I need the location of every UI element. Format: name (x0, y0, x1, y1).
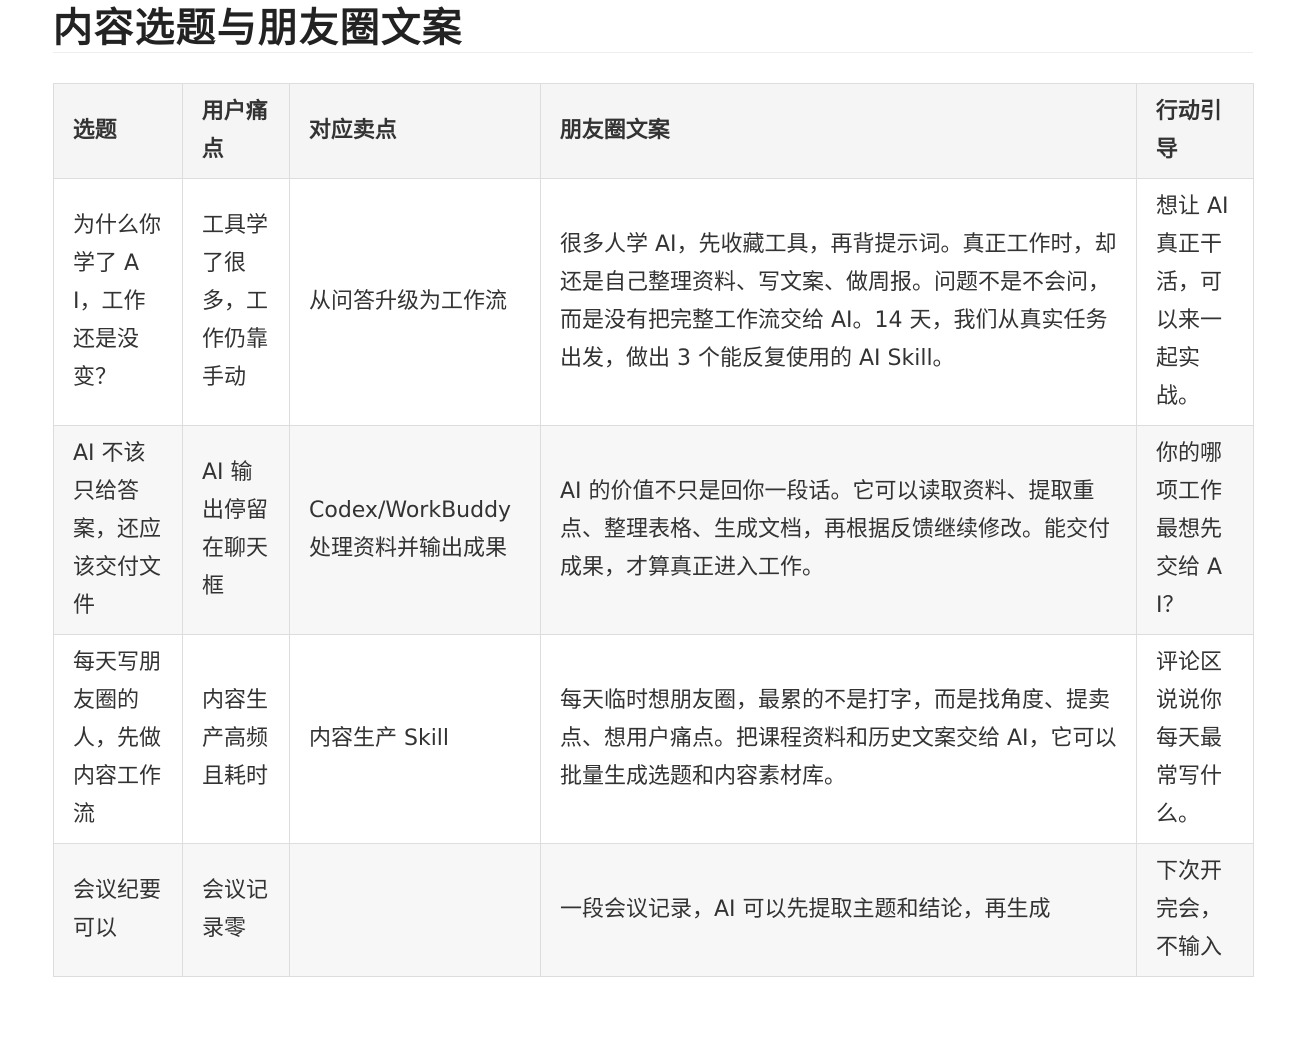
cell-topic: AI 不该只给答案，还应该交付文件 (53, 425, 183, 635)
cell-call-to-action: 想让 AI 真正干活，可以来一起实战。 (1136, 178, 1254, 426)
cell-selling-point (289, 843, 541, 977)
content-topics-table: 选题 用户痛点 对应卖点 朋友圈文案 行动引导 为什么你学了 AI，工作还是没变… (53, 83, 1254, 977)
cell-pain-point: 工具学了很多，工作仍靠手动 (182, 178, 290, 426)
cell-moments-copy: 每天临时想朋友圈，最累的不是打字，而是找角度、提卖点、想用户痛点。把课程资料和历… (540, 634, 1137, 844)
page-title: 内容选题与朋友圈文案 (53, 5, 463, 51)
header-selling-point: 对应卖点 (289, 83, 541, 179)
cell-call-to-action: 评论区说说你每天最常写什么。 (1136, 634, 1254, 844)
document-page: 内容选题与朋友圈文案 选题 用户痛点 对应卖点 朋友圈文案 行动引导 为什么你学… (53, 0, 1254, 977)
cell-topic: 为什么你学了 AI，工作还是没变？ (53, 178, 183, 426)
cell-pain-point: AI 输出停留在聊天框 (182, 425, 290, 635)
cell-moments-copy: 一段会议记录，AI 可以先提取主题和结论，再生成 (540, 843, 1137, 977)
title-divider (53, 52, 1253, 53)
header-pain-point: 用户痛点 (182, 83, 290, 179)
cell-selling-point: 从问答升级为工作流 (289, 178, 541, 426)
header-topic: 选题 (53, 83, 183, 179)
table-row: AI 不该只给答案，还应该交付文件 AI 输出停留在聊天框 Codex/Work… (53, 425, 1254, 635)
cell-pain-point: 内容生产高频且耗时 (182, 634, 290, 844)
cell-call-to-action: 你的哪项工作最想先交给 AI？ (1136, 425, 1254, 635)
cell-call-to-action: 下次开完会，不输入 (1136, 843, 1254, 977)
cell-selling-point: 内容生产 Skill (289, 634, 541, 844)
cell-moments-copy: AI 的价值不只是回你一段话。它可以读取资料、提取重点、整理表格、生成文档，再根… (540, 425, 1137, 635)
table-row: 会议纪要可以 会议记录零 一段会议记录，AI 可以先提取主题和结论，再生成 下次… (53, 843, 1254, 977)
table-row: 为什么你学了 AI，工作还是没变？ 工具学了很多，工作仍靠手动 从问答升级为工作… (53, 178, 1254, 426)
table-row: 每天写朋友圈的人，先做内容工作流 内容生产高频且耗时 内容生产 Skill 每天… (53, 634, 1254, 844)
cell-topic: 每天写朋友圈的人，先做内容工作流 (53, 634, 183, 844)
header-call-to-action: 行动引导 (1136, 83, 1254, 179)
cell-pain-point: 会议记录零 (182, 843, 290, 977)
cell-topic: 会议纪要可以 (53, 843, 183, 977)
header-moments-copy: 朋友圈文案 (540, 83, 1137, 179)
cell-moments-copy: 很多人学 AI，先收藏工具，再背提示词。真正工作时，却还是自己整理资料、写文案、… (540, 178, 1137, 426)
cell-selling-point: Codex/WorkBuddy 处理资料并输出成果 (289, 425, 541, 635)
table-header-row: 选题 用户痛点 对应卖点 朋友圈文案 行动引导 (53, 83, 1254, 179)
